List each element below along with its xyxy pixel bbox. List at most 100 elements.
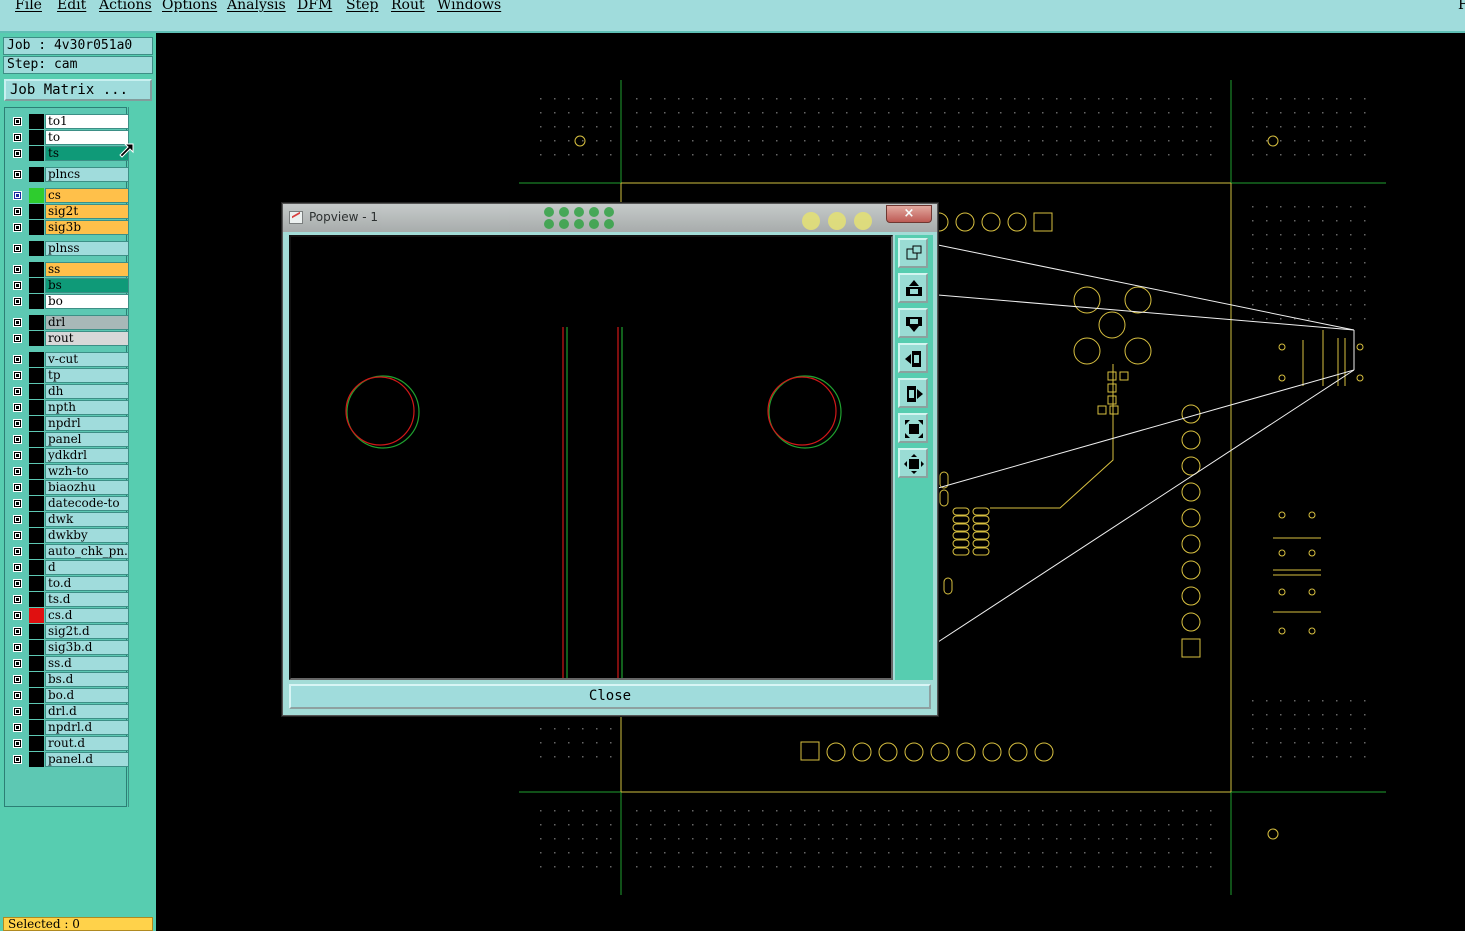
layer-checkbox[interactable] bbox=[13, 387, 22, 396]
layer-name-label[interactable]: to.d bbox=[45, 576, 129, 591]
layer-checkbox[interactable] bbox=[13, 223, 22, 232]
layer-name-label[interactable]: sig3b.d bbox=[45, 640, 129, 655]
menu-step[interactable]: Step bbox=[346, 0, 378, 13]
layer-row-sig3b[interactable]: sig3b bbox=[9, 220, 130, 235]
layer-checkbox[interactable] bbox=[13, 611, 22, 620]
layer-row-cs[interactable]: cs bbox=[9, 188, 130, 203]
layer-row-ts[interactable]: ts bbox=[9, 146, 130, 161]
popview-close-x-button[interactable]: × bbox=[886, 205, 932, 223]
layer-row-npdrl-d[interactable]: npdrl.d bbox=[9, 720, 130, 735]
layer-checkbox[interactable] bbox=[13, 281, 22, 290]
layer-list-scroll-area[interactable] bbox=[119, 107, 152, 807]
pan-up-button[interactable] bbox=[898, 273, 928, 303]
layer-row-dh[interactable]: dh bbox=[9, 384, 130, 399]
layer-checkbox[interactable] bbox=[13, 403, 22, 412]
layer-checkbox[interactable] bbox=[13, 451, 22, 460]
layer-checkbox[interactable] bbox=[13, 265, 22, 274]
layer-row-rout[interactable]: rout bbox=[9, 331, 130, 346]
layer-row-ss-d[interactable]: ss.d bbox=[9, 656, 130, 671]
layer-row-sig3b-d[interactable]: sig3b.d bbox=[9, 640, 130, 655]
layer-row-auto-chk-pn-[interactable]: auto_chk_pn. bbox=[9, 544, 130, 559]
layer-name-label[interactable]: d bbox=[45, 560, 129, 575]
popview-canvas[interactable] bbox=[289, 235, 893, 680]
layer-checkbox[interactable] bbox=[13, 244, 22, 253]
layer-name-label[interactable]: dh bbox=[45, 384, 129, 399]
layer-checkbox[interactable] bbox=[13, 499, 22, 508]
layer-row-bo[interactable]: bo bbox=[9, 294, 130, 309]
layer-name-label[interactable]: bs.d bbox=[45, 672, 129, 687]
layer-name-label[interactable]: ts.d bbox=[45, 592, 129, 607]
layer-row-to-d[interactable]: to.d bbox=[9, 576, 130, 591]
layer-row-plncs[interactable]: plncs bbox=[9, 167, 130, 182]
layer-row-bo-d[interactable]: bo.d bbox=[9, 688, 130, 703]
layer-name-label[interactable]: plnss bbox=[45, 241, 129, 256]
layer-checkbox[interactable] bbox=[13, 467, 22, 476]
popview-titlebar[interactable]: Popview - 1 × bbox=[283, 204, 937, 232]
menu-edit[interactable]: Edit bbox=[57, 0, 86, 13]
layer-checkbox[interactable] bbox=[13, 483, 22, 492]
layer-name-label[interactable]: panel.d bbox=[45, 752, 129, 767]
layer-checkbox[interactable] bbox=[13, 547, 22, 556]
menu-windows[interactable]: Windows bbox=[437, 0, 501, 13]
layer-checkbox[interactable] bbox=[13, 675, 22, 684]
layer-row-sig2t-d[interactable]: sig2t.d bbox=[9, 624, 130, 639]
layer-name-label[interactable]: bo bbox=[45, 294, 129, 309]
layer-checkbox[interactable] bbox=[13, 627, 22, 636]
layer-row-bs[interactable]: bs bbox=[9, 278, 130, 293]
layer-name-label[interactable]: drl bbox=[45, 315, 129, 330]
layer-checkbox[interactable] bbox=[13, 515, 22, 524]
layer-checkbox[interactable] bbox=[13, 297, 22, 306]
layer-name-label[interactable]: sig2t.d bbox=[45, 624, 129, 639]
layer-name-label[interactable]: npdrl.d bbox=[45, 720, 129, 735]
layer-checkbox[interactable] bbox=[13, 643, 22, 652]
layer-checkbox[interactable] bbox=[13, 723, 22, 732]
layer-name-label[interactable]: npth bbox=[45, 400, 129, 415]
layer-name-label[interactable]: dwkby bbox=[45, 528, 129, 543]
layer-row-npdrl[interactable]: npdrl bbox=[9, 416, 130, 431]
layer-checkbox[interactable] bbox=[13, 419, 22, 428]
layer-name-label[interactable]: auto_chk_pn. bbox=[45, 544, 129, 559]
pan-left-button[interactable] bbox=[898, 343, 928, 373]
layer-row-d[interactable]: d bbox=[9, 560, 130, 575]
layer-checkbox[interactable] bbox=[13, 371, 22, 380]
layer-row-ss[interactable]: ss bbox=[9, 262, 130, 277]
layer-row-dwkby[interactable]: dwkby bbox=[9, 528, 130, 543]
layer-row-bs-d[interactable]: bs.d bbox=[9, 672, 130, 687]
layer-name-label[interactable]: datecode-to bbox=[45, 496, 129, 511]
layer-row-biaozhu[interactable]: biaozhu bbox=[9, 480, 130, 495]
layer-checkbox[interactable] bbox=[13, 691, 22, 700]
job-matrix-button[interactable]: Job Matrix ... bbox=[4, 79, 152, 101]
layer-row-tp[interactable]: tp bbox=[9, 368, 130, 383]
layer-name-label[interactable]: bo.d bbox=[45, 688, 129, 703]
layer-row-datecode-to[interactable]: datecode-to bbox=[9, 496, 130, 511]
layer-checkbox[interactable] bbox=[13, 755, 22, 764]
layer-row-ts-d[interactable]: ts.d bbox=[9, 592, 130, 607]
layer-name-label[interactable]: to1 bbox=[45, 114, 129, 129]
layer-checkbox[interactable] bbox=[13, 149, 22, 158]
zoom-fit-button[interactable] bbox=[898, 413, 928, 443]
layer-name-label[interactable]: wzh-to bbox=[45, 464, 129, 479]
layer-row-npth[interactable]: npth bbox=[9, 400, 130, 415]
layer-name-label[interactable]: ydkdrl bbox=[45, 448, 129, 463]
layer-checkbox[interactable] bbox=[13, 739, 22, 748]
layer-checkbox[interactable] bbox=[13, 707, 22, 716]
layer-name-label[interactable]: v-cut bbox=[45, 352, 129, 367]
layer-checkbox[interactable] bbox=[13, 207, 22, 216]
layer-row-wzh-to[interactable]: wzh-to bbox=[9, 464, 130, 479]
layer-name-label[interactable]: bs bbox=[45, 278, 129, 293]
layer-row-rout-d[interactable]: rout.d bbox=[9, 736, 130, 751]
layer-name-label[interactable]: biaozhu bbox=[45, 480, 129, 495]
layer-checkbox[interactable] bbox=[13, 579, 22, 588]
menu-dfm[interactable]: DFM bbox=[297, 0, 332, 13]
layer-checkbox[interactable] bbox=[13, 318, 22, 327]
layer-row-to1[interactable]: to1 bbox=[9, 114, 130, 129]
layer-name-label[interactable]: dwk bbox=[45, 512, 129, 527]
layer-row-dwk[interactable]: dwk bbox=[9, 512, 130, 527]
layer-name-label[interactable]: tp bbox=[45, 368, 129, 383]
layer-checkbox[interactable] bbox=[13, 435, 22, 444]
menu-analysis[interactable]: Analysis bbox=[227, 0, 286, 13]
layer-row-drl[interactable]: drl bbox=[9, 315, 130, 330]
layer-name-label[interactable]: panel bbox=[45, 432, 129, 447]
layer-row-drl-d[interactable]: drl.d bbox=[9, 704, 130, 719]
layer-checkbox[interactable] bbox=[13, 659, 22, 668]
